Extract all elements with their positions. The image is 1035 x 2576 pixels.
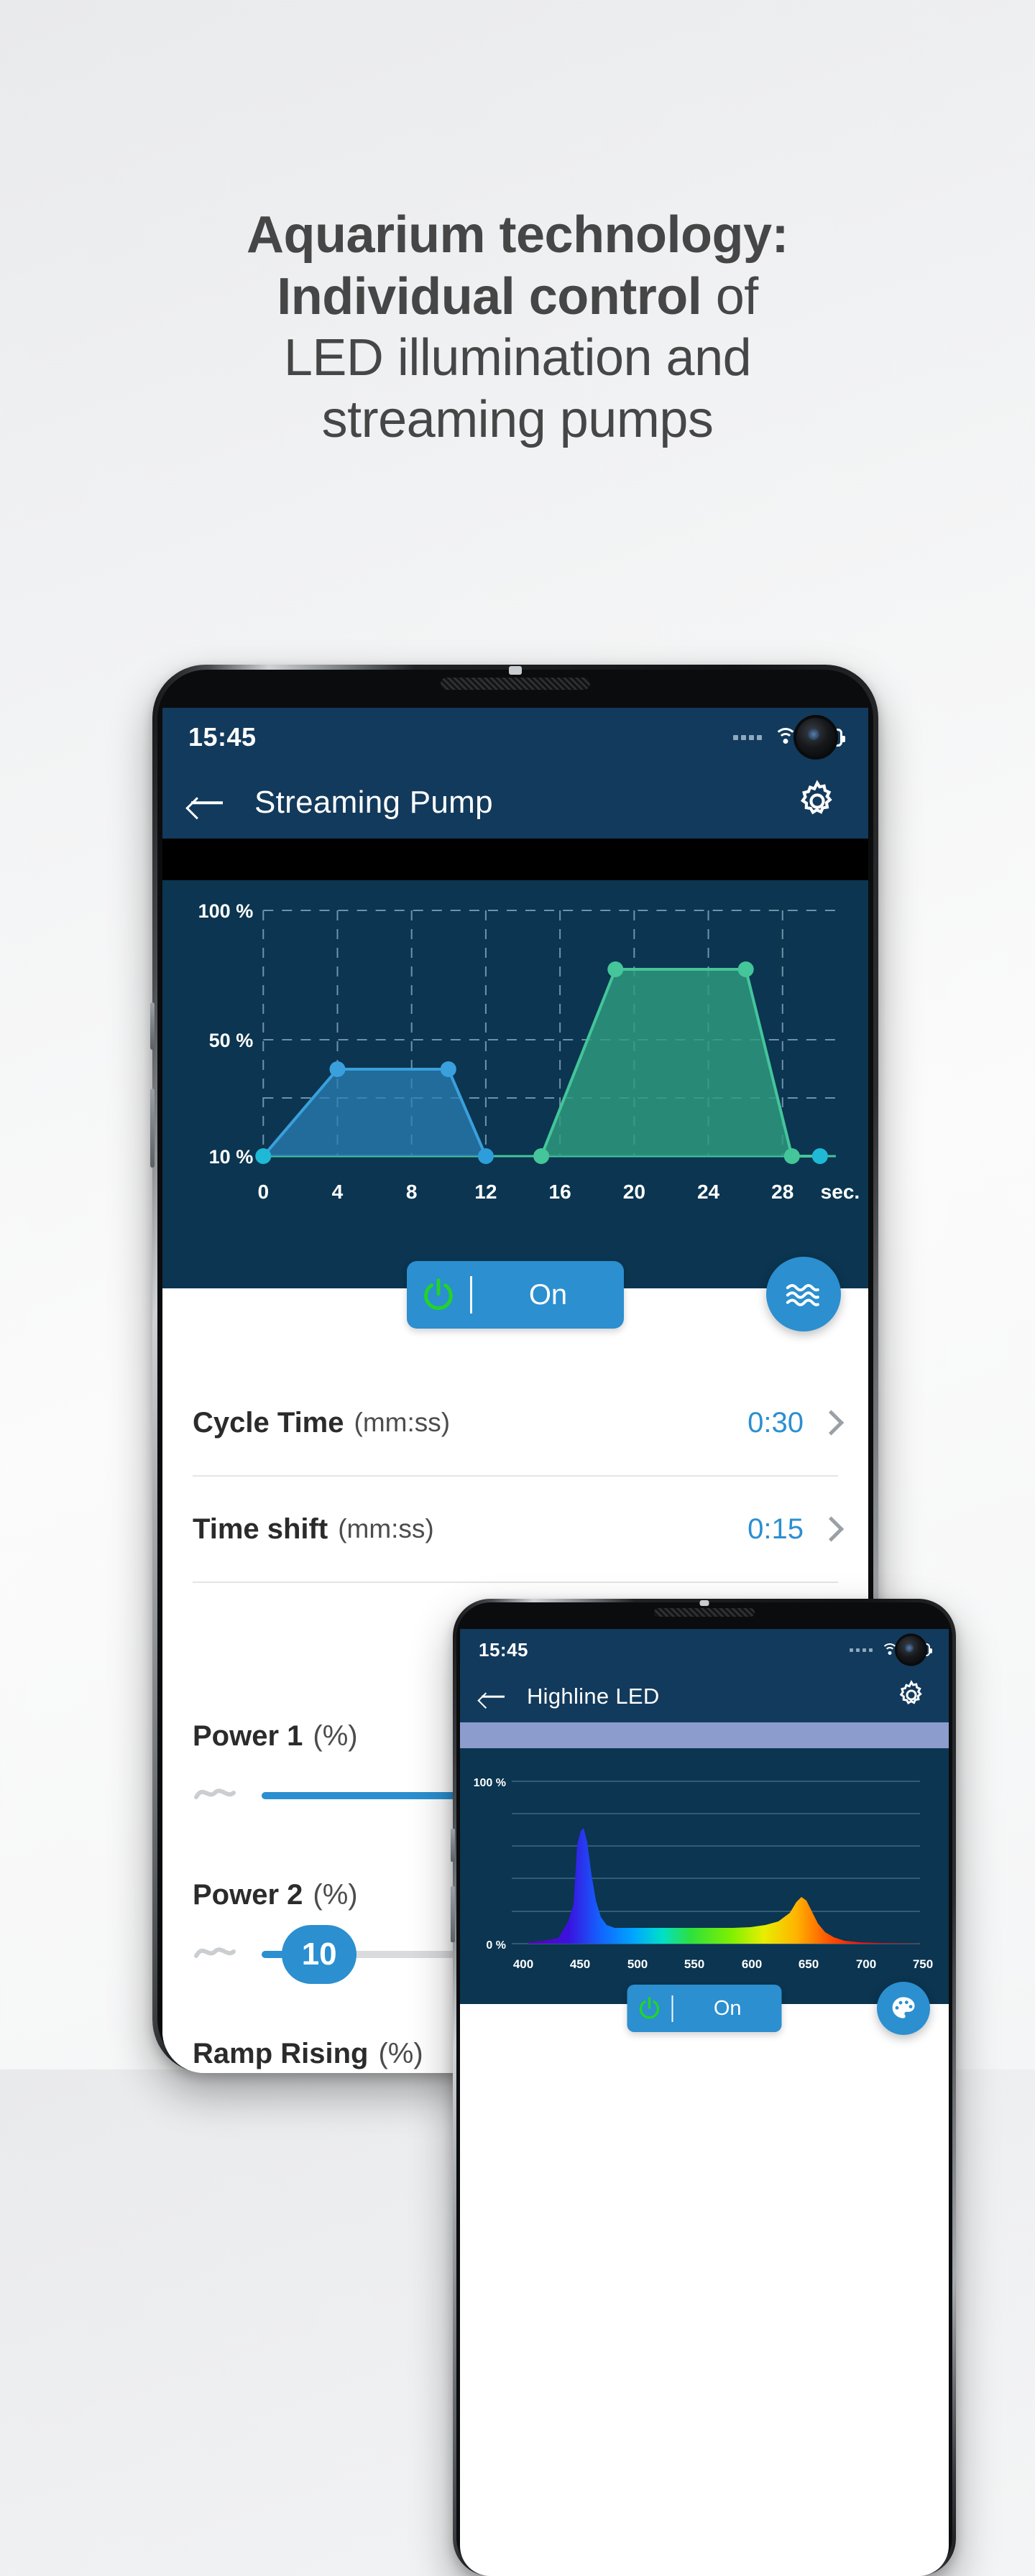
svg-text:650: 650 [799, 1957, 819, 1971]
led-control-bar: On [460, 1980, 949, 2040]
spectrum-chart-svg: 100 % 0 % 400 450 500 550 600 650 700 75… [460, 1748, 949, 1980]
signal-dots-icon [733, 734, 762, 740]
power-toggle-label: On [528, 1278, 568, 1311]
row-cycle-time-unit: (mm:ss) [354, 1408, 451, 1437]
row-cycle-time-value: 0:30 [748, 1406, 804, 1439]
svg-text:8: 8 [406, 1181, 418, 1203]
svg-text:550: 550 [684, 1957, 704, 1971]
slider-power-1-unit: (%) [313, 1720, 358, 1752]
svg-text:450: 450 [570, 1957, 590, 1971]
status-bar: 15:45 [460, 1629, 949, 1671]
phone2-screen: 15:45 Highline LED 100 % 0 % 400 450 500… [460, 1629, 949, 2576]
app-bar: Streaming Pump [162, 767, 868, 839]
phone2-side-button-top[interactable] [451, 1829, 455, 1862]
slider-power-2-label: Power 2 [193, 1879, 303, 1911]
slider-ramp-rising-unit: (%) [378, 2038, 423, 2069]
power-toggle-button[interactable]: On [627, 1985, 782, 2032]
streaming-pump-chart: 100 % 50 % 10 % 0 4 8 12 16 20 24 28 sec… [162, 880, 868, 1254]
led-spectrum-chart: 100 % 0 % 400 450 500 550 600 650 700 75… [460, 1748, 949, 1980]
page-title: Highline LED [527, 1684, 660, 1709]
row-cycle-time[interactable]: Cycle Time (mm:ss) 0:30 [193, 1370, 838, 1477]
row-time-shift-unit: (mm:ss) [338, 1514, 434, 1543]
gear-icon[interactable] [795, 779, 840, 827]
black-divider-bar [162, 839, 868, 880]
svg-text:100 %: 100 % [198, 900, 254, 922]
pump-chart-svg: 100 % 50 % 10 % 0 4 8 12 16 20 24 28 sec… [162, 880, 868, 1254]
palette-icon[interactable] [877, 1982, 930, 2035]
signal-dots-icon [850, 1648, 873, 1652]
power-icon [407, 1276, 470, 1314]
svg-text:28: 28 [771, 1181, 794, 1203]
page-title: Streaming Pump [254, 785, 493, 820]
row-cycle-time-label: Cycle Time [193, 1406, 344, 1439]
led-content-area [460, 2040, 949, 2543]
pump-control-bar: On [162, 1254, 868, 1339]
power-toggle-label: On [713, 1996, 742, 2020]
page-headline: Aquarium technology: Individual control … [0, 205, 1035, 451]
svg-text:600: 600 [742, 1957, 762, 1971]
wave-icon [193, 1942, 262, 1967]
svg-text:500: 500 [627, 1957, 648, 1971]
svg-text:700: 700 [856, 1957, 876, 1971]
waves-icon[interactable] [766, 1257, 841, 1331]
app-bar: Highline LED [460, 1671, 949, 1722]
power-button-divider [671, 1995, 673, 2022]
slider-ramp-rising-label: Ramp Rising [193, 2038, 369, 2069]
headline-line-2-rest: of [702, 267, 759, 326]
headline-line-3: LED illumination and [283, 329, 752, 387]
power-toggle-button[interactable]: On [407, 1261, 624, 1329]
svg-text:24: 24 [697, 1181, 720, 1203]
headline-line-1: Aquarium technology: [246, 206, 789, 264]
front-camera-punchhole [895, 1633, 927, 1666]
front-camera-punchhole [794, 715, 838, 760]
svg-text:100 %: 100 % [474, 1777, 506, 1789]
row-time-shift-label: Time shift [193, 1513, 328, 1545]
svg-text:12: 12 [474, 1181, 497, 1203]
chevron-right-icon [822, 1410, 838, 1436]
wave-icon [193, 1783, 262, 1809]
svg-text:750: 750 [913, 1957, 933, 1971]
slider-power-1-label: Power 1 [193, 1720, 303, 1752]
list-top-spacer [193, 1339, 838, 1370]
slider-power-2-knob[interactable]: 10 [282, 1925, 357, 1984]
headline-line-2-bold: Individual control [277, 267, 702, 326]
svg-text:10 %: 10 % [209, 1146, 254, 1168]
status-time: 15:45 [188, 722, 257, 752]
svg-text:sec.: sec. [821, 1181, 860, 1203]
gear-icon[interactable] [896, 1679, 927, 1714]
svg-text:400: 400 [513, 1957, 533, 1971]
status-bar: 15:45 [162, 708, 868, 767]
slider-power-2-unit: (%) [313, 1879, 358, 1911]
power-button-divider [470, 1276, 472, 1314]
power-icon [627, 1995, 672, 2021]
light-preview-bar [460, 1722, 949, 1748]
phone1-side-button-top[interactable] [150, 1002, 155, 1050]
svg-text:16: 16 [549, 1181, 571, 1203]
status-time: 15:45 [479, 1638, 528, 1661]
svg-text:4: 4 [332, 1181, 344, 1203]
svg-text:20: 20 [623, 1181, 645, 1203]
chevron-right-icon [822, 1516, 838, 1542]
row-time-shift[interactable]: Time shift (mm:ss) 0:15 [193, 1477, 838, 1583]
back-arrow-icon[interactable] [191, 789, 224, 816]
headline-line-4: streaming pumps [321, 391, 714, 449]
svg-text:0 %: 0 % [486, 1939, 506, 1952]
earpiece-speaker [654, 1608, 755, 1617]
svg-text:50 %: 50 % [209, 1030, 254, 1051]
svg-text:0: 0 [257, 1181, 269, 1203]
row-time-shift-value: 0:15 [748, 1513, 804, 1545]
back-arrow-icon[interactable] [482, 1687, 505, 1707]
phone2-side-button-bottom[interactable] [451, 1886, 455, 1942]
headline-line-2: Individual control of [0, 267, 1035, 328]
phone1-side-button-bottom[interactable] [150, 1089, 155, 1168]
earpiece-speaker [441, 678, 590, 690]
phone-highline-led: 15:45 Highline LED 100 % 0 % 400 450 500… [451, 1599, 956, 2576]
